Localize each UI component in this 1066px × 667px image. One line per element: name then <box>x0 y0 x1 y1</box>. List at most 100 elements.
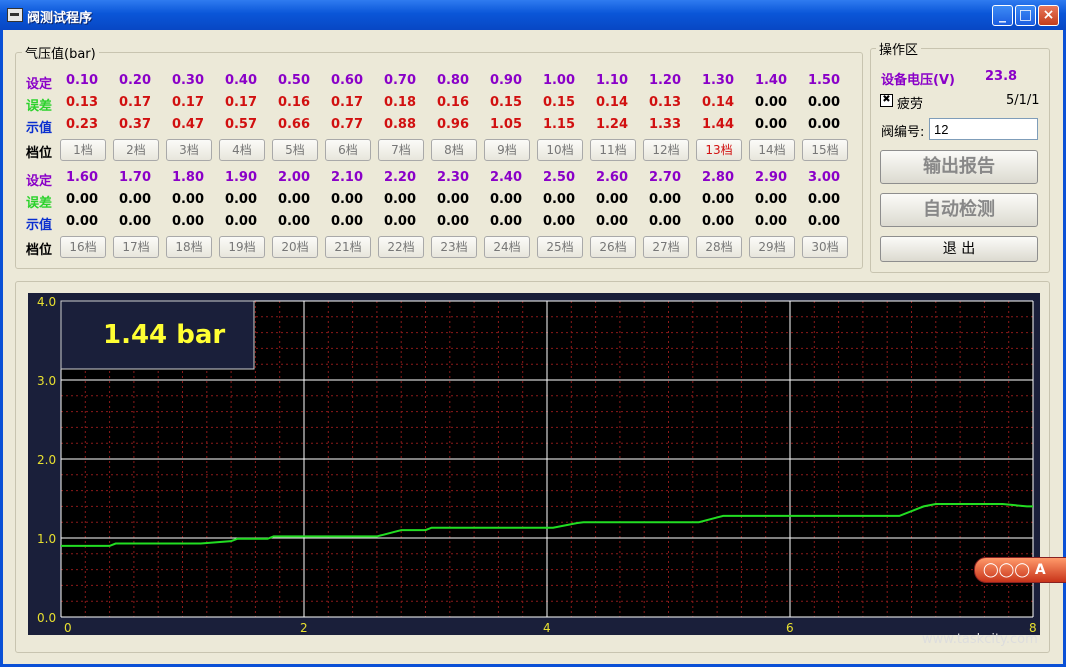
row2-display-label: 示值 <box>26 218 53 233</box>
gear-button[interactable]: 23档 <box>431 236 477 258</box>
set-value: 0.60 <box>330 73 364 88</box>
error-value: 0.00 <box>224 192 258 207</box>
set-value: 0.80 <box>436 73 470 88</box>
display-value: 0.00 <box>648 214 682 229</box>
display-value: 0.00 <box>383 214 417 229</box>
error-value: 0.00 <box>436 192 470 207</box>
pressure-chart: 0 2 4 6 80.01.02.03.04.01.44 bar <box>28 293 1040 635</box>
error-value: 0.13 <box>648 95 682 110</box>
fatigue-checkbox[interactable]: ✖ <box>880 94 893 107</box>
display-value: 0.00 <box>224 214 258 229</box>
gear-button[interactable]: 28档 <box>696 236 742 258</box>
set-value: 0.50 <box>277 73 311 88</box>
error-value: 0.00 <box>595 192 629 207</box>
gear-button[interactable]: 5档 <box>272 139 318 161</box>
set-value: 2.80 <box>701 170 735 185</box>
gear-button[interactable]: 26档 <box>590 236 636 258</box>
set-value: 0.90 <box>489 73 523 88</box>
error-value: 0.00 <box>489 192 523 207</box>
error-value: 0.15 <box>489 95 523 110</box>
display-value: 0.00 <box>807 117 841 132</box>
gear-button[interactable]: 11档 <box>590 139 636 161</box>
gear-button[interactable]: 6档 <box>325 139 371 161</box>
gear-button[interactable]: 29档 <box>749 236 795 258</box>
gear-button[interactable]: 27档 <box>643 236 689 258</box>
fatigue-label: 疲劳 <box>897 97 924 112</box>
row1-set-label: 设定 <box>26 77 53 92</box>
set-value: 2.70 <box>648 170 682 185</box>
y-tick-label: 0.0 <box>37 611 56 625</box>
gear-button[interactable]: 2档 <box>113 139 159 161</box>
auto-detect-button[interactable]: 自动检测 <box>880 193 1038 227</box>
gear-button[interactable]: 18档 <box>166 236 212 258</box>
error-value: 0.00 <box>754 192 788 207</box>
x-tick-label: 0 <box>64 621 72 635</box>
gear-button[interactable]: 25档 <box>537 236 583 258</box>
display-value: 1.33 <box>648 117 682 132</box>
display-value: 0.00 <box>489 214 523 229</box>
display-value: 0.96 <box>436 117 470 132</box>
gear-button[interactable]: 7档 <box>378 139 424 161</box>
gear-button[interactable]: 24档 <box>484 236 530 258</box>
exit-button[interactable]: 退 出 <box>880 236 1038 262</box>
display-value: 0.00 <box>277 214 311 229</box>
gear-button[interactable]: 15档 <box>802 139 848 161</box>
x-tick-label: 6 <box>786 621 794 635</box>
error-value: 0.00 <box>383 192 417 207</box>
error-value: 0.17 <box>224 95 258 110</box>
display-value: 0.47 <box>171 117 205 132</box>
badge-letter: A <box>1034 562 1046 578</box>
error-value: 0.00 <box>118 192 152 207</box>
window-title: 阀测试程序 <box>27 11 93 26</box>
output-report-button[interactable]: 输出报告 <box>880 150 1038 184</box>
display-value: 1.05 <box>489 117 523 132</box>
gear-button[interactable]: 3档 <box>166 139 212 161</box>
error-value: 0.00 <box>807 95 841 110</box>
gear-button[interactable]: 21档 <box>325 236 371 258</box>
gear-button[interactable]: 17档 <box>113 236 159 258</box>
row1-gear-label: 档位 <box>26 146 53 161</box>
maximize-icon[interactable]: □ <box>1015 5 1036 26</box>
set-value: 2.90 <box>754 170 788 185</box>
pressure-group-title: 气压值(bar) <box>22 43 99 62</box>
set-value: 1.60 <box>65 170 99 185</box>
gear-button[interactable]: 20档 <box>272 236 318 258</box>
display-value: 0.00 <box>754 117 788 132</box>
title-bar[interactable]: 阀测试程序 _ □ × <box>0 0 1066 30</box>
close-icon[interactable]: × <box>1038 5 1059 26</box>
gear-button[interactable]: 12档 <box>643 139 689 161</box>
gear-button[interactable]: 13档 <box>696 139 742 161</box>
error-value: 0.18 <box>383 95 417 110</box>
row2-gear-label: 档位 <box>26 243 53 258</box>
gear-button[interactable]: 14档 <box>749 139 795 161</box>
watermark: www.taskcity.com <box>922 632 1038 647</box>
display-value: 0.88 <box>383 117 417 132</box>
gear-button[interactable]: 19档 <box>219 236 265 258</box>
gear-button[interactable]: 22档 <box>378 236 424 258</box>
valve-number-input[interactable] <box>929 118 1038 140</box>
gear-button[interactable]: 1档 <box>60 139 106 161</box>
gear-button[interactable]: 4档 <box>219 139 265 161</box>
set-value: 0.20 <box>118 73 152 88</box>
set-value: 3.00 <box>807 170 841 185</box>
set-value: 1.80 <box>171 170 205 185</box>
minimize-icon[interactable]: _ <box>992 5 1013 26</box>
display-value: 0.00 <box>171 214 205 229</box>
display-value: 1.24 <box>595 117 629 132</box>
y-tick-label: 3.0 <box>37 374 56 388</box>
display-value: 0.00 <box>330 214 364 229</box>
row1-error-label: 误差 <box>26 99 53 114</box>
display-value: 0.00 <box>807 214 841 229</box>
gear-button[interactable]: 30档 <box>802 236 848 258</box>
gear-button[interactable]: 9档 <box>484 139 530 161</box>
set-value: 1.90 <box>224 170 258 185</box>
gear-button[interactable]: 16档 <box>60 236 106 258</box>
gear-button[interactable]: 8档 <box>431 139 477 161</box>
floating-badge[interactable]: ◯◯◯ A <box>974 557 1066 583</box>
set-value: 0.30 <box>171 73 205 88</box>
gear-button[interactable]: 10档 <box>537 139 583 161</box>
set-value: 2.60 <box>595 170 629 185</box>
error-value: 0.00 <box>330 192 364 207</box>
row1-display-label: 示值 <box>26 121 53 136</box>
app-icon <box>7 8 23 22</box>
